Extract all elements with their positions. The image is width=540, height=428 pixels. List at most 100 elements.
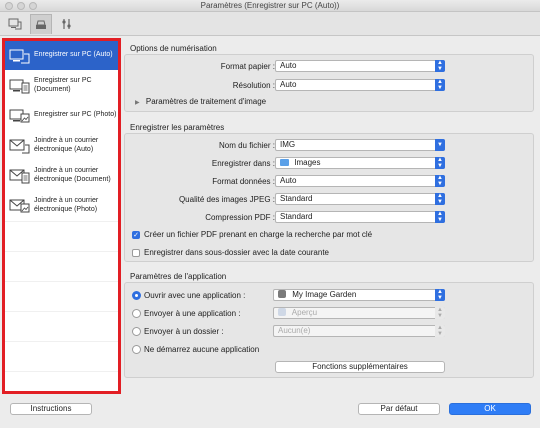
filename-value: IMG — [280, 140, 296, 149]
sidebar-empty-row — [5, 221, 118, 250]
paper-size-select[interactable]: Auto ▲ ▼ — [275, 60, 445, 72]
open-with-app-value: My Image Garden — [292, 290, 357, 299]
sidebar-item-save-pc-document[interactable]: Enregistrer sur PC (Document) — [5, 71, 118, 100]
email-photo-icon — [8, 197, 30, 215]
instructions-button[interactable]: Instructions — [10, 403, 92, 415]
send-to-app-value: Aperçu — [291, 308, 318, 317]
dropdown-arrow-icon: ▼ — [435, 139, 445, 151]
tab-scan-from-operation-panel[interactable] — [30, 14, 52, 34]
send-to-app-label: Envoyer à une application : — [144, 309, 241, 318]
save-settings-panel: Nom du fichier : IMG ▼ Enregistrer dans … — [124, 133, 534, 262]
jpeg-quality-label: Qualité des images JPEG : — [178, 195, 275, 204]
filename-label: Nom du fichier : — [218, 141, 275, 150]
sidebar-item-email-document[interactable]: Joindre à un courrier électronique (Docu… — [5, 161, 118, 190]
ok-button[interactable]: OK — [449, 403, 531, 415]
no-app-label: Ne démarrez aucune application — [144, 345, 260, 354]
computer-auto-icon — [8, 47, 30, 65]
sidebar-item-label: Joindre à un courrier électronique (Auto… — [34, 137, 99, 153]
scan-options-title: Options de numérisation — [130, 44, 217, 53]
save-settings-title: Enregistrer les paramètres — [130, 123, 225, 132]
select-arrows-icon: ▲ ▼ — [435, 157, 445, 169]
tab-general-settings[interactable] — [56, 14, 78, 34]
data-format-label: Format données : — [212, 177, 275, 186]
open-with-app-label: Ouvrir avec une application : — [144, 291, 246, 300]
open-with-app-radio[interactable] — [132, 291, 141, 300]
searchable-pdf-label: Créer un fichier PDF prenant en charge l… — [144, 230, 373, 239]
resolution-label: Résolution : — [232, 81, 275, 90]
sidebar-empty-row — [5, 371, 118, 391]
data-format-value: Auto — [280, 176, 297, 185]
sidebar-empty-row — [5, 311, 118, 340]
computer-document-icon — [8, 77, 30, 95]
scanner-panel-icon — [36, 20, 46, 29]
sidebar-item-label: Joindre à un courrier électronique (Phot… — [34, 197, 99, 213]
image-processing-label: Paramètres de traitement d'image — [145, 97, 267, 106]
select-arrows-icon: ▲ ▼ — [435, 79, 445, 91]
sidebar-item-email-auto[interactable]: Joindre à un courrier électronique (Auto… — [5, 131, 118, 160]
sidebar: Enregistrer sur PC (Auto) Enregistrer su… — [2, 38, 121, 394]
subfolder-label: Enregistrer dans sous-dossier avec la da… — [144, 248, 329, 257]
no-app-radio[interactable] — [132, 345, 141, 354]
toolbar — [0, 12, 540, 36]
paper-size-label: Format papier : — [220, 62, 275, 71]
send-to-app-radio[interactable] — [132, 309, 141, 318]
sidebar-empty-row — [5, 341, 118, 370]
email-document-icon — [8, 167, 30, 185]
app-icon — [278, 290, 286, 298]
send-to-folder-select[interactable]: Aucun(e) ▲ ▼ — [273, 325, 445, 337]
save-in-select[interactable]: Images ▲ ▼ — [275, 157, 445, 169]
preview-app-icon — [278, 308, 286, 316]
select-arrows-icon: ▲ ▼ — [435, 307, 445, 319]
app-settings-panel: Ouvrir avec une application : My Image G… — [124, 282, 534, 378]
sidebar-item-label: Enregistrer sur PC (Photo) — [34, 111, 117, 119]
pdf-compression-label: Compression PDF : — [205, 213, 275, 222]
jpeg-quality-value: Standard — [280, 194, 313, 203]
select-arrows-icon: ▲ ▼ — [435, 211, 445, 223]
searchable-pdf-checkbox[interactable]: ✓ — [132, 231, 140, 239]
close-window-button[interactable] — [5, 2, 13, 10]
sidebar-item-email-photo[interactable]: Joindre à un courrier électronique (Phot… — [5, 191, 118, 220]
send-to-app-select[interactable]: Aperçu ▲ ▼ — [273, 307, 445, 319]
send-to-folder-value: Aucun(e) — [278, 326, 311, 335]
pdf-compression-value: Standard — [280, 212, 313, 221]
computer-photo-icon — [8, 107, 30, 125]
minimize-window-button[interactable] — [17, 2, 25, 10]
sidebar-empty-row — [5, 281, 118, 310]
select-arrows-icon: ▲ ▼ — [435, 175, 445, 187]
app-settings-title: Paramètres de l'application — [130, 272, 227, 281]
jpeg-quality-select[interactable]: Standard ▲ ▼ — [275, 193, 445, 205]
sidebar-item-label: Enregistrer sur PC (Document) — [34, 77, 92, 93]
resolution-select[interactable]: Auto ▲ ▼ — [275, 79, 445, 91]
sidebar-item-label: Joindre à un courrier électronique (Docu… — [34, 167, 111, 183]
sidebar-item-label: Enregistrer sur PC (Auto) — [34, 51, 113, 59]
save-in-value: Images — [294, 158, 321, 167]
defaults-button[interactable]: Par défaut — [358, 403, 440, 415]
resolution-value: Auto — [280, 80, 297, 89]
paper-size-value: Auto — [280, 61, 297, 70]
pdf-compression-select[interactable]: Standard ▲ ▼ — [275, 211, 445, 223]
sidebar-item-save-pc-auto[interactable]: Enregistrer sur PC (Auto) — [5, 41, 118, 70]
scan-options-panel: Format papier : Auto ▲ ▼ Résolution : Aut… — [124, 54, 534, 112]
send-to-folder-label: Envoyer à un dossier : — [144, 327, 224, 336]
save-in-label: Enregistrer dans : — [211, 159, 275, 168]
open-with-app-select[interactable]: My Image Garden ▲ ▼ — [273, 289, 445, 301]
select-arrows-icon: ▲ ▼ — [435, 289, 445, 301]
more-functions-button[interactable]: Fonctions supplémentaires — [275, 361, 445, 373]
send-to-folder-radio[interactable] — [132, 327, 141, 336]
select-arrows-icon: ▲ ▼ — [435, 60, 445, 72]
disclosure-triangle-icon: ▶ — [135, 100, 140, 106]
sidebar-item-save-pc-photo[interactable]: Enregistrer sur PC (Photo) — [5, 101, 118, 130]
computer-scan-icon — [8, 18, 22, 30]
data-format-select[interactable]: Auto ▲ ▼ — [275, 175, 445, 187]
window-titlebar: Paramètres (Enregistrer sur PC (Auto)) — [0, 0, 540, 12]
filename-input[interactable]: IMG ▼ — [275, 139, 445, 151]
select-arrows-icon: ▲ ▼ — [435, 325, 445, 337]
subfolder-checkbox[interactable] — [132, 249, 140, 257]
folder-icon — [280, 159, 289, 166]
tab-scan-from-computer[interactable] — [4, 14, 26, 34]
email-auto-icon — [8, 137, 30, 155]
image-processing-disclosure[interactable]: ▶ Paramètres de traitement d'image — [135, 97, 266, 106]
tools-icon — [62, 19, 71, 29]
window-title: Paramètres (Enregistrer sur PC (Auto)) — [200, 1, 340, 10]
zoom-window-button[interactable] — [29, 2, 37, 10]
